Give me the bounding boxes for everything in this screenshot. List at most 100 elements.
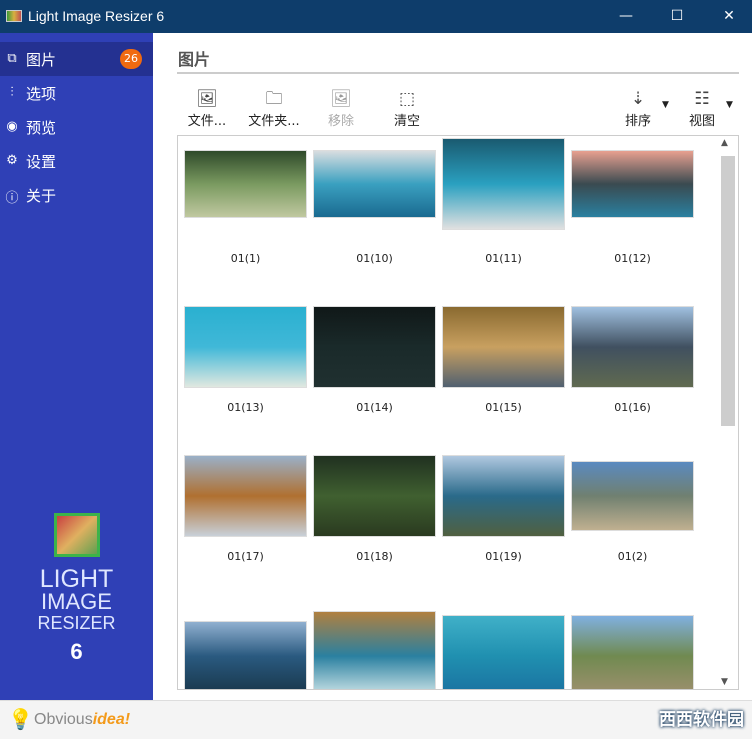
- view-button[interactable]: ☷ 视图: [684, 88, 720, 129]
- button-label: 文件夹...: [248, 114, 300, 129]
- divider: [177, 72, 739, 74]
- button-label: 排序: [624, 114, 651, 129]
- button-label: 清空: [393, 114, 420, 129]
- watermark: 西西软件园: [659, 710, 744, 730]
- thumbnail-label: 01(19): [485, 550, 522, 563]
- thumbnail-image: [571, 461, 694, 531]
- remove-image-icon: 🖼: [330, 89, 352, 109]
- sidebar-item-images[interactable]: ⧉ 图片 26: [0, 42, 153, 76]
- sidebar-item-about[interactable]: ⓘ 关于: [0, 178, 153, 212]
- thumbnail-label: 01(2): [617, 550, 648, 563]
- view-icon: ☷: [694, 89, 710, 109]
- thumbnail-item[interactable]: 01(13): [184, 306, 307, 414]
- footer: 💡 Obviousidea! 西西软件园: [0, 700, 752, 739]
- scrollbar-thumb[interactable]: [721, 156, 735, 426]
- sidebar-item-label: 预览: [26, 119, 57, 137]
- remove-button[interactable]: 🖼 移除: [322, 88, 360, 129]
- thumbnail-image: [313, 455, 436, 537]
- logo-text: LIGHT: [39, 565, 114, 593]
- thumbnail-label: 01(15): [485, 401, 522, 414]
- thumbnail-image: [313, 150, 436, 218]
- sidebar-item-options[interactable]: ⫶ 选项: [0, 76, 153, 110]
- page-title: 图片: [178, 50, 211, 69]
- logo-text: RESIZER: [37, 613, 116, 633]
- scroll-down-icon[interactable]: ▼: [721, 677, 728, 687]
- eye-icon: ◉: [6, 119, 18, 134]
- sidebar-item-label: 选项: [26, 85, 57, 103]
- window-title: Light Image Resizer 6: [28, 8, 165, 24]
- view-dropdown-icon[interactable]: ▼: [726, 100, 733, 110]
- vertical-scrollbar[interactable]: ▲ ▼: [719, 138, 736, 687]
- button-label: 视图: [688, 114, 715, 129]
- thumbnail-item[interactable]: 01(11): [442, 138, 565, 265]
- thumbnail-label: 01(12): [614, 252, 651, 265]
- sidebar: ⧉ 图片 26 ⫶ 选项 ◉ 预览 ⚙ 设置 ⓘ 关于 LIGHT IMAGE …: [0, 33, 153, 700]
- sidebar-item-preview[interactable]: ◉ 预览: [0, 110, 153, 144]
- thumbnail-image: [184, 455, 307, 537]
- thumbnail-item[interactable]: 01(10): [313, 150, 436, 265]
- image-grid: 01(1) 01(10) 01(11) 01(12) 01(13) 01(14) 01(15…: [177, 135, 739, 690]
- thumbnail-item[interactable]: [184, 621, 307, 689]
- thumbnail-image: [442, 455, 565, 537]
- info-icon: ⓘ: [5, 191, 19, 206]
- thumbnail-image: [571, 615, 694, 689]
- sort-button[interactable]: ⇣ 排序: [620, 88, 656, 129]
- sidebar-item-label: 关于: [26, 187, 57, 205]
- sort-dropdown-icon[interactable]: ▼: [662, 100, 669, 110]
- thumbnail-image: [184, 621, 307, 689]
- sliders-icon: ⫶: [10, 85, 14, 100]
- thumbnail-label: 01(16): [614, 401, 651, 414]
- thumbnail-item[interactable]: [442, 615, 565, 689]
- thumbnail-image: [184, 150, 307, 218]
- add-folder-icon: 🗀: [265, 89, 283, 109]
- thumbnail-item[interactable]: [571, 615, 694, 689]
- sidebar-item-label: 设置: [26, 153, 57, 171]
- logo-image-icon: [53, 513, 100, 557]
- images-icon: ⧉: [7, 51, 17, 66]
- count-badge: 26: [120, 49, 142, 69]
- thumbnail-image: [442, 138, 565, 230]
- add-folder-button[interactable]: 🗀 文件夹...: [246, 88, 302, 129]
- lightbulb-icon: 💡: [8, 707, 33, 731]
- add-image-icon: 🖼: [196, 89, 218, 109]
- thumbnail-item[interactable]: 01(14): [313, 306, 436, 414]
- thumbnail-item[interactable]: 01(1): [184, 150, 307, 265]
- thumbnail-item[interactable]: 01(19): [442, 455, 565, 563]
- product-logo: LIGHT IMAGE RESIZER 6: [0, 513, 153, 665]
- thumbnail-item[interactable]: 01(15): [442, 306, 565, 414]
- title-bar: Light Image Resizer 6 — ☐ ✕: [0, 0, 752, 33]
- sidebar-item-settings[interactable]: ⚙ 设置: [0, 144, 153, 178]
- thumbnail-label: 01(10): [356, 252, 393, 265]
- sidebar-item-label: 图片: [26, 51, 57, 69]
- button-label: 文件...: [187, 114, 227, 129]
- clear-button[interactable]: ⬚ 清空: [388, 88, 426, 129]
- maximize-button[interactable]: ☐: [654, 0, 700, 33]
- thumbnail-label: 01(11): [485, 252, 522, 265]
- thumbnail-image: [571, 150, 694, 218]
- button-label: 移除: [327, 114, 354, 129]
- thumbnail-item[interactable]: 01(18): [313, 455, 436, 563]
- thumbnail-label: 01(13): [227, 401, 264, 414]
- logo-text: 6: [70, 639, 83, 664]
- thumbnail-image: [571, 306, 694, 388]
- close-button[interactable]: ✕: [706, 0, 752, 33]
- thumbnail-item[interactable]: [313, 611, 436, 689]
- thumbnail-label: 01(1): [230, 252, 261, 265]
- minimize-button[interactable]: —: [603, 0, 649, 33]
- brand-text: Obvious: [34, 711, 93, 728]
- thumbnail-item[interactable]: 01(12): [571, 150, 694, 265]
- thumbnail-label: 01(14): [356, 401, 393, 414]
- sort-icon: ⇣: [630, 89, 646, 109]
- thumbnail-item[interactable]: 01(16): [571, 306, 694, 414]
- brand-accent: idea!: [92, 711, 131, 728]
- thumbnail-label: 01(18): [356, 550, 393, 563]
- thumbnail-item[interactable]: 01(2): [571, 461, 694, 563]
- scroll-up-icon[interactable]: ▲: [721, 138, 728, 148]
- clear-icon: ⬚: [398, 89, 416, 109]
- obviousidea-link[interactable]: Obviousidea!: [34, 711, 130, 729]
- add-files-button[interactable]: 🖼 文件...: [186, 88, 228, 129]
- gear-icon: ⚙: [6, 153, 18, 168]
- thumbnail-item[interactable]: 01(17): [184, 455, 307, 563]
- app-icon: [6, 10, 22, 22]
- thumbnail-image: [442, 615, 565, 689]
